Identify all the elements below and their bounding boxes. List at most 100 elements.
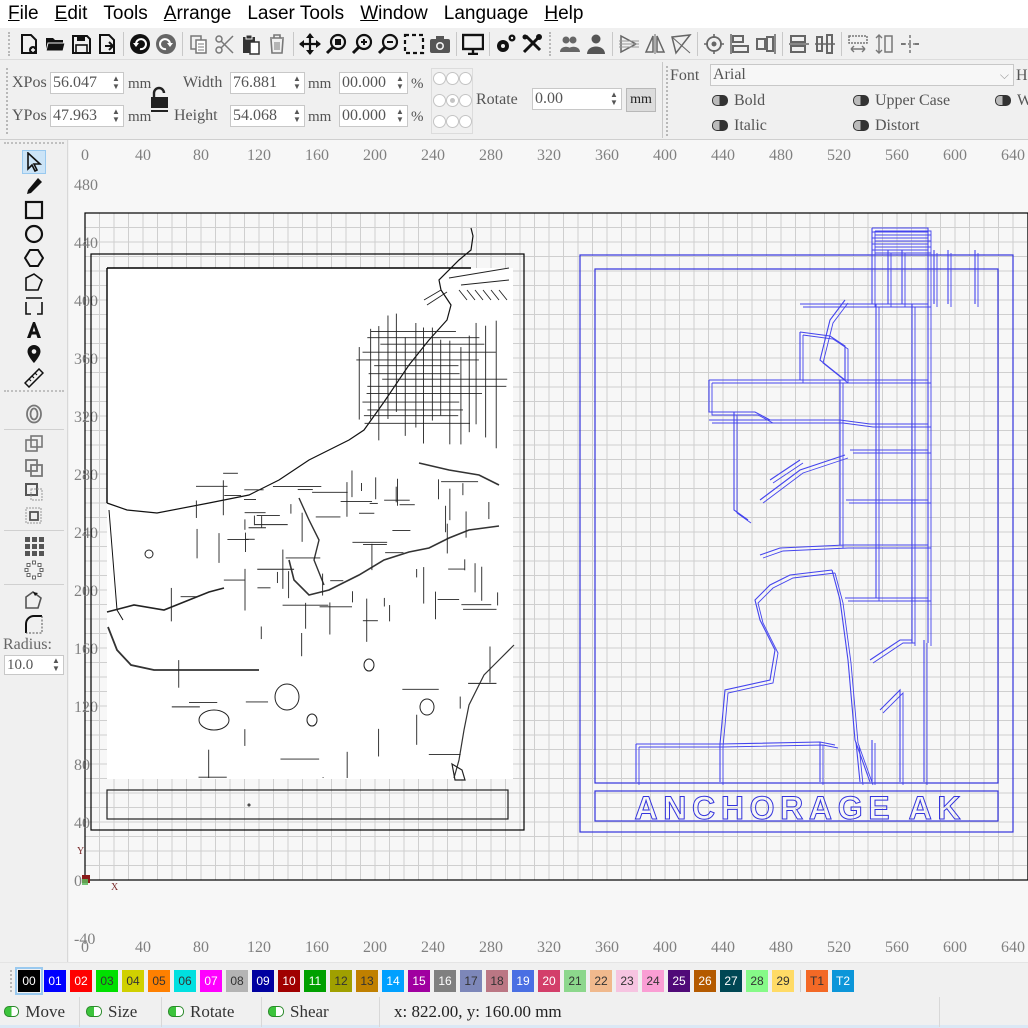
- align-left-button[interactable]: [727, 30, 753, 58]
- align-vertical-center-button[interactable]: [812, 30, 838, 58]
- layer-color-t1[interactable]: T1: [806, 969, 828, 992]
- rotate-input[interactable]: 0.00 ▲ ▼: [532, 88, 622, 110]
- left-map-design[interactable]: [90, 227, 525, 831]
- palette-grip[interactable]: [10, 969, 14, 992]
- weld-toggle[interactable]: [995, 95, 1011, 106]
- layer-color-01[interactable]: 01: [44, 969, 66, 992]
- paste-button[interactable]: [238, 30, 264, 58]
- scale-y-input[interactable]: 00.000 ▲ ▼: [339, 105, 408, 127]
- distribute-center-button[interactable]: [897, 30, 923, 58]
- layer-color-13[interactable]: 13: [356, 969, 378, 992]
- menu-window[interactable]: Window: [360, 3, 428, 25]
- layer-color-14[interactable]: 14: [382, 969, 404, 992]
- move-toggle[interactable]: [4, 1006, 20, 1017]
- union-tool[interactable]: [22, 456, 46, 480]
- layer-color-09[interactable]: 09: [252, 969, 274, 992]
- layer-color-10[interactable]: 10: [278, 969, 300, 992]
- layer-color-26[interactable]: 26: [694, 969, 716, 992]
- rectangle-tool[interactable]: [22, 198, 46, 222]
- select-tool[interactable]: [22, 150, 46, 174]
- width-input[interactable]: 76.881 ▲ ▼: [230, 72, 305, 94]
- text-tool[interactable]: [22, 318, 46, 342]
- layer-color-24[interactable]: 24: [642, 969, 664, 992]
- move-button[interactable]: [297, 30, 323, 58]
- undo-button[interactable]: [127, 30, 153, 58]
- layer-color-28[interactable]: 28: [746, 969, 768, 992]
- layer-color-t2[interactable]: T2: [832, 969, 854, 992]
- zoom-out-button[interactable]: [375, 30, 401, 58]
- layer-color-17[interactable]: 17: [460, 969, 482, 992]
- right-map-design[interactable]: ANCHORAGE AK: [579, 227, 1014, 833]
- anchor-top-left[interactable]: [433, 72, 446, 85]
- shear-toggle[interactable]: [268, 1006, 284, 1017]
- radius-input[interactable]: 10.0 ▲ ▼: [4, 655, 64, 675]
- layer-color-29[interactable]: 29: [772, 969, 794, 992]
- weld-tool[interactable]: [22, 432, 46, 456]
- offset-tool[interactable]: [22, 402, 46, 426]
- layer-color-21[interactable]: 21: [564, 969, 586, 992]
- layer-color-20[interactable]: 20: [538, 969, 560, 992]
- shear-mode[interactable]: Shear: [262, 996, 380, 1027]
- mirror-button[interactable]: [642, 30, 668, 58]
- subtract-tool[interactable]: [22, 480, 46, 504]
- open-folder-button[interactable]: [42, 30, 68, 58]
- rotate-spinner[interactable]: ▲ ▼: [608, 89, 620, 109]
- design-canvas[interactable]: 0 0 40 40 80 80 120 120 160 160 200 200 240 240 280 280…: [69, 140, 1028, 962]
- layer-color-18[interactable]: 18: [486, 969, 508, 992]
- select-area-button[interactable]: [401, 30, 427, 58]
- lock-ratio-toggle[interactable]: [150, 86, 170, 112]
- layer-color-05[interactable]: 05: [148, 969, 170, 992]
- layer-color-23[interactable]: 23: [616, 969, 638, 992]
- anchor-bottom-left[interactable]: [433, 115, 446, 128]
- delete-button[interactable]: [264, 30, 290, 58]
- panel-grip[interactable]: [4, 142, 64, 144]
- rotate-mode[interactable]: Rotate: [162, 996, 262, 1027]
- scale-x-input[interactable]: 00.000 ▲ ▼: [339, 72, 408, 94]
- group-button[interactable]: [557, 30, 583, 58]
- anchor-top-center[interactable]: [446, 72, 459, 85]
- menu-edit[interactable]: Edit: [55, 3, 88, 25]
- layer-color-22[interactable]: 22: [590, 969, 612, 992]
- redo-button[interactable]: [153, 30, 179, 58]
- frame-tool[interactable]: [22, 294, 46, 318]
- position-tool[interactable]: [22, 342, 46, 366]
- menu-help[interactable]: Help: [544, 3, 583, 25]
- menu-file[interactable]: File: [8, 3, 39, 25]
- move-mode[interactable]: Move: [0, 996, 80, 1027]
- zoom-in-button[interactable]: [349, 30, 375, 58]
- ungroup-button[interactable]: [583, 30, 609, 58]
- mirror-vertical-button[interactable]: [668, 30, 694, 58]
- anchor-bottom-center[interactable]: [446, 115, 459, 128]
- layer-color-27[interactable]: 27: [720, 969, 742, 992]
- layer-color-19[interactable]: 19: [512, 969, 534, 992]
- radius-spinner[interactable]: ▲ ▼: [50, 656, 62, 674]
- height-input[interactable]: 54.068 ▲ ▼: [230, 105, 305, 127]
- layer-color-04[interactable]: 04: [122, 969, 144, 992]
- toolbar-grip[interactable]: [6, 68, 10, 134]
- unit-toggle-button[interactable]: mm: [626, 88, 656, 112]
- anchor-bottom-right[interactable]: [459, 115, 472, 128]
- distort-toggle[interactable]: [853, 120, 869, 131]
- ypos-input[interactable]: 47.963 ▲ ▼: [50, 105, 124, 127]
- width-spinner[interactable]: ▲ ▼: [291, 73, 303, 93]
- ellipse-tool[interactable]: [22, 222, 46, 246]
- layer-color-08[interactable]: 08: [226, 969, 248, 992]
- size-mode[interactable]: Size: [80, 996, 162, 1027]
- layer-color-07[interactable]: 07: [200, 969, 222, 992]
- tools-button[interactable]: [519, 30, 545, 58]
- measure-tool[interactable]: [22, 366, 46, 390]
- import-button[interactable]: [94, 30, 120, 58]
- layer-color-16[interactable]: 16: [434, 969, 456, 992]
- layer-color-03[interactable]: 03: [96, 969, 118, 992]
- intersect-tool[interactable]: [22, 504, 46, 528]
- new-file-button[interactable]: [16, 30, 42, 58]
- zoom-fit-button[interactable]: [323, 30, 349, 58]
- italic-toggle[interactable]: [712, 120, 728, 131]
- toolbar-grip[interactable]: [8, 31, 12, 56]
- layer-color-15[interactable]: 15: [408, 969, 430, 992]
- flip-horizontal-button[interactable]: [616, 30, 642, 58]
- corner-radius-tool[interactable]: [22, 612, 46, 636]
- camera-button[interactable]: [427, 30, 453, 58]
- align-top-button[interactable]: [786, 30, 812, 58]
- layer-color-02[interactable]: 02: [70, 969, 92, 992]
